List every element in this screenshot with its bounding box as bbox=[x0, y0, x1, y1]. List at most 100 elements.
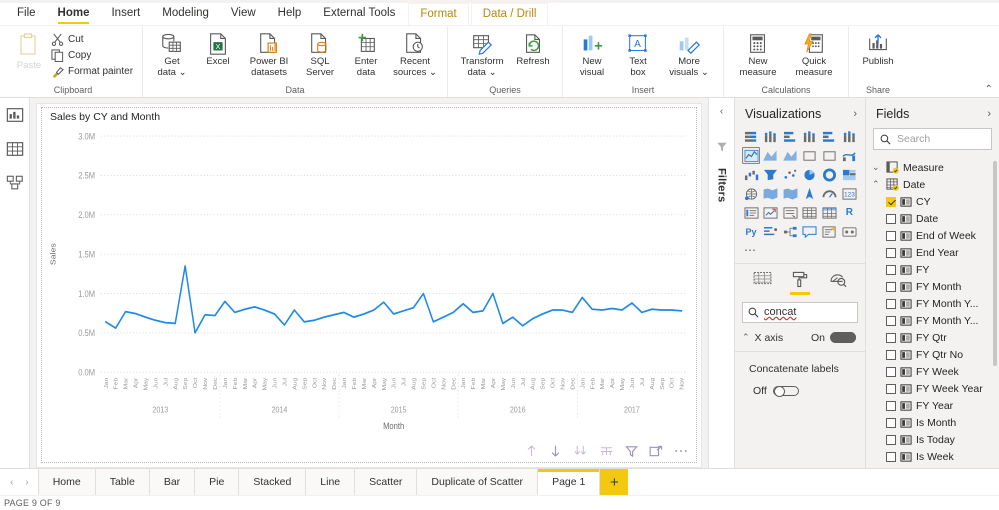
field-checkbox[interactable] bbox=[886, 298, 896, 309]
sidebar-item-data-view[interactable] bbox=[4, 138, 26, 160]
field-item-date[interactable]: Date bbox=[866, 210, 999, 227]
ribbon-tab-insert[interactable]: Insert bbox=[100, 3, 151, 25]
pie-chart-icon[interactable] bbox=[801, 166, 819, 183]
sidebar-item-report-view[interactable] bbox=[4, 104, 26, 126]
field-checkbox[interactable] bbox=[886, 264, 896, 275]
map-icon[interactable] bbox=[742, 185, 760, 202]
sales-series-line[interactable] bbox=[104, 265, 683, 334]
page-tab-scatter[interactable]: Scatter bbox=[354, 469, 418, 495]
clustered-column-chart-icon[interactable] bbox=[801, 128, 819, 145]
text-box-button[interactable]: A Text box bbox=[615, 29, 661, 78]
stacked-bar-chart-icon[interactable] bbox=[742, 128, 760, 145]
more-options-icon[interactable] bbox=[674, 448, 688, 454]
field-item-fy-year[interactable]: FY Year bbox=[866, 397, 999, 414]
qa-visual-icon[interactable] bbox=[801, 223, 819, 240]
x-axis-section-header[interactable]: ⌃ X axis On bbox=[735, 323, 865, 352]
field-checkbox[interactable] bbox=[886, 451, 896, 462]
field-item-cy[interactable]: CY bbox=[866, 193, 999, 210]
more-visual-types-button[interactable]: ⋯ bbox=[735, 242, 865, 261]
decomposition-tree-icon[interactable] bbox=[781, 223, 799, 240]
new-visual-button[interactable]: New visual bbox=[569, 29, 615, 78]
collapse-visualizations-chevron-icon[interactable]: › bbox=[853, 108, 857, 120]
treemap-icon[interactable] bbox=[840, 166, 858, 183]
smart-narrative-icon[interactable] bbox=[821, 223, 839, 240]
field-item-end-of-week[interactable]: End of Week bbox=[866, 227, 999, 244]
field-item-fy-qtr[interactable]: FY Qtr bbox=[866, 329, 999, 346]
chevron-up-icon[interactable]: ⌃ bbox=[872, 179, 882, 190]
fields-scrollbar[interactable] bbox=[993, 161, 997, 366]
line-stacked-column-chart-icon[interactable] bbox=[801, 147, 819, 164]
expand-filters-chevron-icon[interactable]: ‹ bbox=[720, 106, 723, 117]
previous-page-icon[interactable]: ‹ bbox=[10, 477, 13, 488]
page-tab-bar[interactable]: Bar bbox=[148, 469, 196, 495]
refresh-button[interactable]: Refresh bbox=[510, 29, 556, 68]
field-checkbox[interactable] bbox=[886, 332, 896, 343]
sql-server-button[interactable]: SQL Server bbox=[297, 29, 343, 78]
concatenate-labels-toggle[interactable]: Off bbox=[735, 375, 865, 397]
field-checkbox[interactable] bbox=[886, 281, 896, 292]
line-chart-icon[interactable] bbox=[742, 147, 760, 164]
filled-map-icon[interactable] bbox=[762, 185, 780, 202]
ribbon-tab-data-drill[interactable]: Data / Drill bbox=[470, 3, 549, 25]
page-tab-pie[interactable]: Pie bbox=[194, 469, 240, 495]
field-item-fy-month-y[interactable]: FY Month Y... bbox=[866, 312, 999, 329]
focus-mode-icon[interactable] bbox=[649, 445, 663, 458]
field-checkbox[interactable] bbox=[886, 417, 896, 428]
field-table-measure[interactable]: ⌄ Measure bbox=[866, 159, 999, 176]
transform-data-button[interactable]: Transform data ⌄ bbox=[454, 29, 510, 78]
key-influencers-icon[interactable] bbox=[762, 223, 780, 240]
filter-icon[interactable] bbox=[625, 445, 638, 458]
enter-data-button[interactable]: Enter data bbox=[343, 29, 389, 78]
field-item-fy-month[interactable]: FY Month bbox=[866, 278, 999, 295]
stacked-column-chart-icon[interactable] bbox=[762, 128, 780, 145]
field-item-end-year[interactable]: End Year bbox=[866, 244, 999, 261]
tab-fields[interactable] bbox=[751, 271, 773, 295]
field-item-is-today[interactable]: Is Today bbox=[866, 431, 999, 448]
expand-all-icon[interactable] bbox=[573, 444, 588, 458]
publish-button[interactable]: Publish bbox=[855, 29, 901, 68]
field-checkbox[interactable] bbox=[886, 366, 896, 377]
page-tab-stacked[interactable]: Stacked bbox=[238, 469, 307, 495]
python-visual-icon[interactable]: Py bbox=[742, 223, 760, 240]
drill-mode-icon[interactable] bbox=[599, 444, 614, 458]
page-tab-page-1[interactable]: Page 1 bbox=[537, 469, 601, 495]
sidebar-item-model-view[interactable] bbox=[4, 172, 26, 194]
cut-button[interactable]: Cut bbox=[48, 33, 136, 46]
x-axis-switch[interactable] bbox=[830, 332, 856, 343]
field-item-fy-week-year[interactable]: FY Week Year bbox=[866, 380, 999, 397]
kpi-icon[interactable] bbox=[762, 204, 780, 221]
collapse-fields-chevron-icon[interactable]: › bbox=[987, 108, 991, 120]
line-chart-visual[interactable]: Sales by CY and Month 0.0M 0.5M 1.0M 1.5M 2.… bbox=[41, 107, 697, 463]
field-checkbox[interactable] bbox=[886, 247, 896, 258]
100-stacked-bar-chart-icon[interactable] bbox=[821, 128, 839, 145]
fields-search-input[interactable]: Search bbox=[873, 128, 992, 150]
donut-chart-icon[interactable] bbox=[821, 166, 839, 183]
field-checkbox[interactable] bbox=[886, 434, 896, 445]
format-search-box[interactable]: concat bbox=[742, 301, 858, 323]
gauge-icon[interactable] bbox=[821, 185, 839, 202]
concatenate-labels-switch[interactable] bbox=[772, 385, 799, 397]
add-page-button[interactable]: + bbox=[600, 469, 629, 495]
ribbon-chart-icon[interactable] bbox=[840, 147, 858, 164]
clustered-bar-chart-icon[interactable] bbox=[781, 128, 799, 145]
card-icon[interactable]: 123 bbox=[840, 185, 858, 202]
drill-up-icon[interactable] bbox=[525, 444, 538, 458]
field-item-fy[interactable]: FY bbox=[866, 261, 999, 278]
field-checkbox[interactable] bbox=[886, 230, 896, 241]
recent-sources-button[interactable]: Recent sources ⌄ bbox=[389, 29, 441, 78]
funnel-chart-icon[interactable] bbox=[762, 166, 780, 183]
ribbon-tab-external-tools[interactable]: External Tools bbox=[312, 3, 406, 25]
field-checkbox[interactable] bbox=[886, 400, 896, 411]
scatter-chart-icon[interactable] bbox=[781, 166, 799, 183]
tab-analytics[interactable] bbox=[827, 271, 849, 295]
field-item-fy-week[interactable]: FY Week bbox=[866, 363, 999, 380]
ribbon-tab-home[interactable]: Home bbox=[47, 3, 101, 25]
shape-map-icon[interactable] bbox=[781, 185, 799, 202]
drill-down-icon[interactable] bbox=[549, 444, 562, 458]
field-item-fy-month-y[interactable]: FY Month Y... bbox=[866, 295, 999, 312]
matrix-icon[interactable] bbox=[821, 204, 839, 221]
table-icon[interactable] bbox=[801, 204, 819, 221]
next-page-icon[interactable]: › bbox=[25, 477, 28, 488]
ribbon-tab-format[interactable]: Format bbox=[408, 3, 469, 25]
ribbon-tab-help[interactable]: Help bbox=[267, 3, 313, 25]
